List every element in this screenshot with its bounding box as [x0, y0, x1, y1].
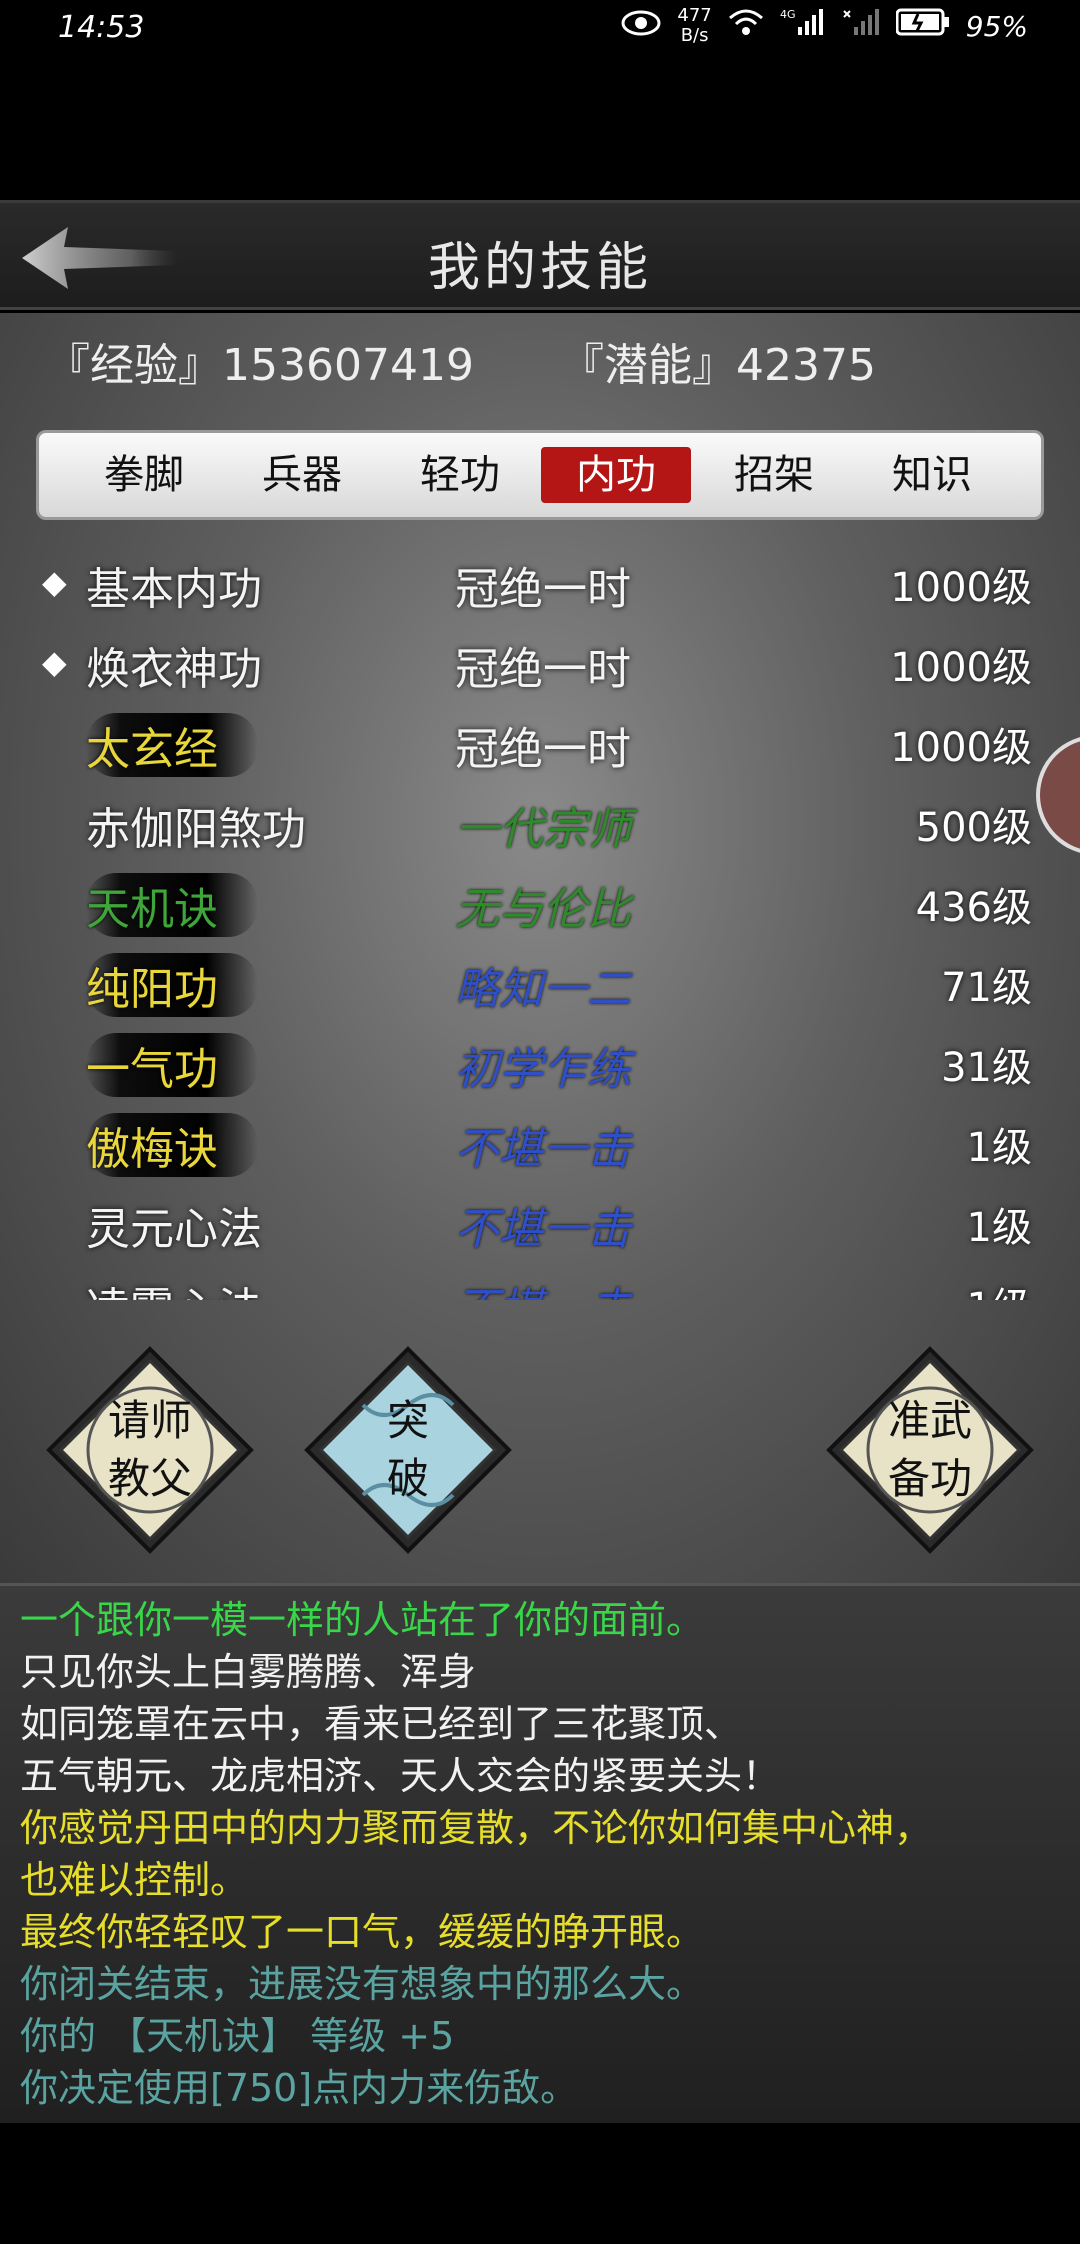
signal-2-icon: [840, 7, 880, 45]
log-line: 也难以控制。: [20, 1858, 249, 1902]
breakthrough-button[interactable]: 突 破: [303, 1345, 513, 1555]
log-line: 五气朝元、龙虎相济、天人交会的紧要关头！: [20, 1754, 781, 1798]
diamond-frame-icon: [826, 1346, 1034, 1554]
skill-rank: 冠绝一时: [455, 564, 631, 615]
skill-name: 焕衣神功: [86, 644, 262, 695]
status-time: 14:53: [58, 10, 145, 45]
ask-master-button[interactable]: 请师 教父: [45, 1345, 255, 1555]
skill-row[interactable]: 傲梅诀 不堪一击 1级: [30, 1105, 1040, 1185]
skill-level: 500级: [915, 805, 1032, 851]
skill-name: 一气功: [86, 1033, 258, 1097]
status-bar: 14:53 477 B/s 4G 95%: [0, 0, 1080, 56]
net-speed-value: 477: [677, 5, 712, 26]
skill-name: 傲梅诀: [86, 1113, 258, 1177]
skill-rank: 无与伦比: [455, 884, 631, 935]
tab-internal[interactable]: 内功: [541, 447, 691, 503]
skill-level: 31级: [941, 1045, 1032, 1091]
eye-icon: [621, 9, 661, 44]
tab-weapon[interactable]: 兵器: [227, 447, 377, 503]
network-type: 4G: [780, 8, 796, 21]
skill-rank: 略知一二: [455, 964, 631, 1015]
skill-row[interactable]: 太玄经 冠绝一时 1000级: [30, 705, 1040, 785]
skill-name: 天机诀: [86, 873, 258, 937]
skill-row[interactable]: 赤伽阳煞功 一代宗师 500级: [30, 785, 1040, 865]
skill-level: 71级: [941, 965, 1032, 1011]
skill-rank: 不堪一击: [455, 1273, 631, 1300]
skill-row[interactable]: 灵元心法 不堪一击 1级: [30, 1185, 1040, 1265]
battery-icon: [895, 8, 950, 44]
prepare-skill-button[interactable]: 准武 备功: [825, 1345, 1035, 1555]
ask-master-label-1: 请师: [107, 1396, 192, 1445]
skill-list[interactable]: ◆ 基本内功 冠绝一时 1000级 ◆ 焕衣神功 冠绝一时 1000级 太玄经 …: [30, 545, 1040, 1300]
log-line: 你的 【天机诀】 等级 +5: [20, 2014, 455, 2058]
ask-master-label-2: 教父: [107, 1454, 192, 1503]
experience-stat: 『经验』153607419: [46, 340, 474, 391]
skill-row[interactable]: 天机诀 无与伦比 436级: [30, 865, 1040, 945]
skill-level: 1级: [966, 1205, 1032, 1251]
cloud-frame-icon: [304, 1346, 512, 1554]
breakthrough-label-2: 破: [386, 1454, 429, 1503]
skill-rank: 初学乍练: [455, 1044, 631, 1095]
signal-icon: 4G: [780, 7, 824, 45]
skill-name: 灵元心法: [86, 1204, 262, 1255]
log-line: 你决定使用[750]点内力来伤敌。: [20, 2066, 579, 2110]
skill-level: 1000级: [890, 725, 1032, 771]
prepare-skill-label-2: 备功: [887, 1454, 972, 1503]
equipped-diamond-icon: ◆: [42, 643, 67, 681]
skill-name: 基本内功: [86, 564, 262, 615]
tab-knowledge[interactable]: 知识: [857, 447, 1007, 503]
net-speed: 477 B/s: [677, 6, 711, 46]
log-line: 你感觉丹田中的内力聚而复散，不论你如何集中心神，: [20, 1806, 933, 1850]
skill-level: 1000级: [890, 565, 1032, 611]
header-bar: 我的技能: [0, 200, 1080, 310]
tab-fist[interactable]: 拳脚: [69, 447, 219, 503]
log-line: 最终你轻轻叹了一口气，缓缓的睁开眼。: [20, 1910, 705, 1954]
potential-stat: 『潜能』42375: [560, 340, 876, 391]
message-log: 一个跟你一模一样的人站在了你的面前。 只见你头上白雾腾腾、浑身 如同笼罩在云中，…: [0, 1583, 1080, 2123]
tab-lightness[interactable]: 轻功: [385, 447, 535, 503]
skill-level: 1级: [967, 1275, 1032, 1300]
log-line: 一个跟你一模一样的人站在了你的面前。: [20, 1598, 705, 1642]
diamond-frame-icon: [46, 1346, 254, 1554]
skill-row[interactable]: ◆ 焕衣神功 冠绝一时 1000级: [30, 625, 1040, 705]
breakthrough-label-1: 突: [386, 1396, 429, 1445]
equipped-diamond-icon: ◆: [42, 563, 67, 601]
skill-rank: 冠绝一时: [455, 724, 631, 775]
skill-row[interactable]: 凌霄心法 不堪一击 1级: [30, 1265, 1040, 1300]
skill-row[interactable]: 一气功 初学乍练 31级: [30, 1025, 1040, 1105]
log-line: 如同笼罩在云中，看来已经到了三花聚顶、: [20, 1702, 743, 1746]
skill-name: 太玄经: [86, 713, 258, 777]
skill-rank: 不堪一击: [455, 1124, 631, 1175]
stats-row: 『经验』153607419 『潜能』42375: [46, 325, 1046, 395]
skill-level: 1级: [966, 1125, 1032, 1171]
skill-category-tabs: 拳脚 兵器 轻功 内功 招架 知识: [36, 430, 1044, 520]
status-icons: 477 B/s 4G 95%: [621, 6, 1028, 46]
skill-name: 纯阳功: [86, 953, 258, 1017]
skill-row[interactable]: 纯阳功 略知一二 71级: [30, 945, 1040, 1025]
prepare-skill-label-1: 准武: [887, 1396, 972, 1445]
skill-name: 赤伽阳煞功: [86, 804, 306, 855]
log-line: 只见你头上白雾腾腾、浑身: [20, 1650, 477, 1694]
skill-rank: 冠绝一时: [455, 644, 631, 695]
skill-row[interactable]: ◆ 基本内功 冠绝一时 1000级: [30, 545, 1040, 625]
skill-rank: 不堪一击: [455, 1204, 631, 1255]
net-speed-unit: B/s: [680, 25, 709, 46]
page-title: 我的技能: [427, 238, 652, 298]
wifi-icon: [728, 8, 764, 44]
skill-level: 436级: [915, 885, 1032, 931]
log-line: 你闭关结束，进展没有想象中的那么大。: [20, 1962, 705, 2006]
tab-parry[interactable]: 招架: [699, 447, 849, 503]
skill-name: 凌霄心法: [86, 1273, 302, 1300]
skill-rank: 一代宗师: [455, 804, 631, 855]
battery-percent: 95%: [965, 9, 1028, 43]
skill-level: 1000级: [890, 645, 1032, 691]
